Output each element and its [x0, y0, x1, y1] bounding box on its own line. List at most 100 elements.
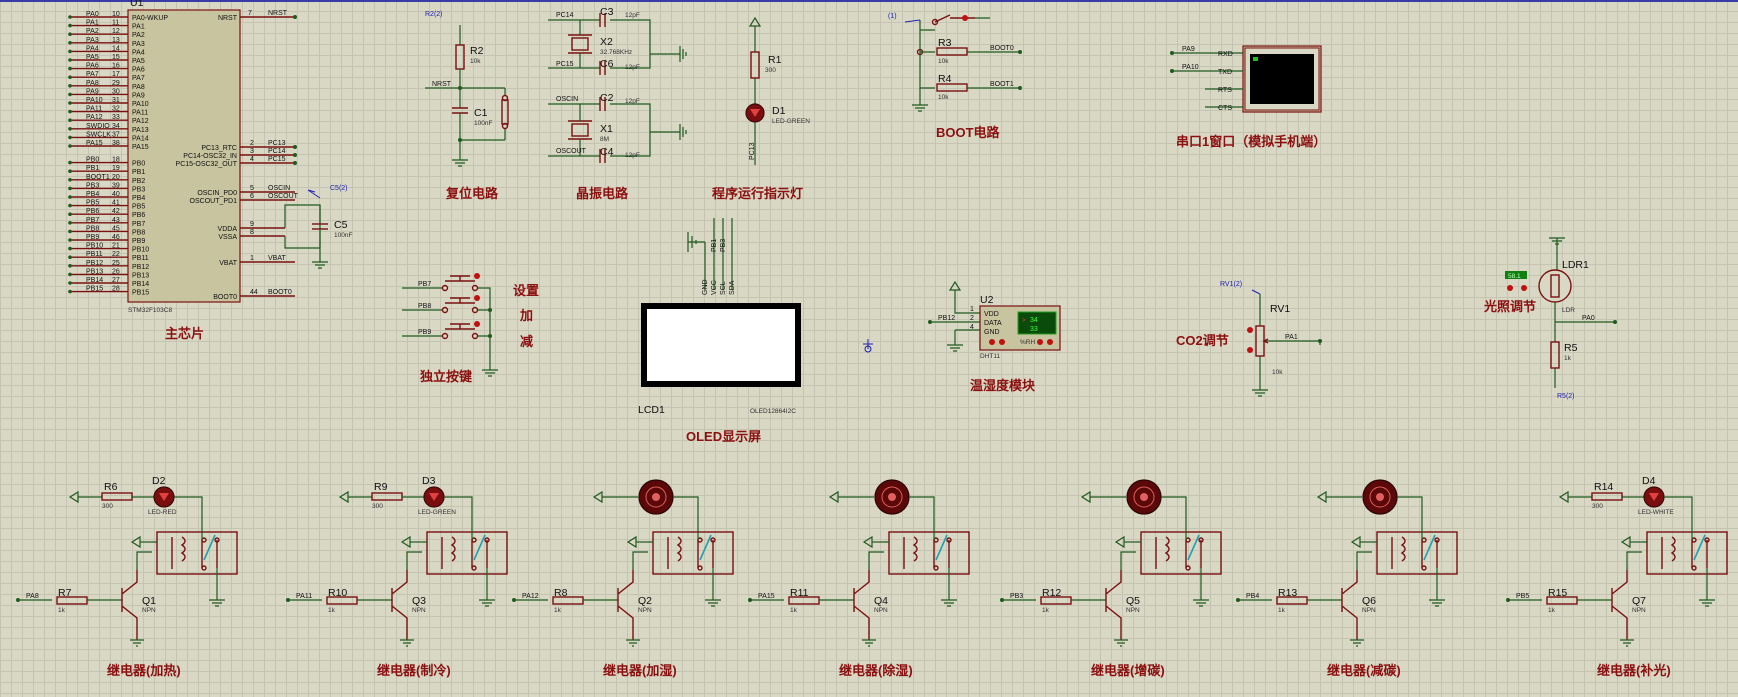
led-indicator-circuit[interactable]: R1 300 D1 LED-GREEN PC13 程序运行指示灯: [712, 16, 810, 201]
mcu-pin-name: PA6: [132, 67, 145, 74]
net-oscin: OSCIN: [268, 185, 290, 192]
relay-row[interactable]: PA8 R71kQ1NPNR6300D2LED-RED继电器(加热)PA11 R10…: [16, 475, 1728, 678]
mcu-pin-net: PA10: [86, 97, 103, 104]
mcu-pin-net: SWCLK: [86, 131, 111, 138]
mcu-pin-name: PA10: [132, 101, 149, 108]
relay-unit[interactable]: PB4 R13 1k Q6NPN 继电器(减碳): [1236, 479, 1458, 678]
led-resistor: [1591, 492, 1623, 501]
relay-input-net: PA12: [522, 593, 539, 600]
npn-transistor: [617, 570, 634, 640]
mcu-pin-net: PA15: [86, 140, 103, 147]
push-button[interactable]: [440, 321, 480, 340]
relay-box: [156, 531, 238, 575]
dht11-module[interactable]: 34 33 > %RH VDD DATA GND 1 2 4 PB12 U2 D…: [928, 280, 1061, 393]
r2-ref: R2: [470, 45, 484, 57]
r1-ref: R1: [768, 54, 782, 66]
relay-box: [652, 531, 734, 575]
base-resistor-val: 1k: [554, 607, 562, 614]
mcu-pin-name: PB3: [132, 186, 145, 193]
transistor-ref: Q6: [1362, 595, 1376, 607]
c4-val: 12pF: [625, 152, 640, 159]
transistor-val: NPN: [142, 607, 156, 614]
mcu-pin-num: 29: [112, 80, 120, 87]
boot-circuit[interactable]: (1) R3 10k R4 10k BOOT0 BOOT1 BOOT电路: [888, 13, 1022, 140]
base-resistor-ref: R10: [328, 587, 347, 599]
reset-circuit[interactable]: R2(2) R2 10k C1 100nF NRST 复位电路: [425, 11, 509, 201]
mcu-pin-net: PA9: [86, 88, 99, 95]
boot-net-1: BOOT0: [990, 45, 1014, 52]
ldr-circuit[interactable]: 58.1 LDR1 LDR R5 1k PA0 R5(2) 光照调节: [1483, 237, 1617, 400]
key-label-add: 加: [519, 308, 533, 323]
mcu-pin-net: PA11: [86, 106, 102, 113]
mcu-pin-net: SWDIO: [86, 123, 110, 130]
relay-unit[interactable]: PA15 R11 1k Q4NPN 继电器(除湿): [748, 479, 970, 678]
mcu-pin-num: 17: [112, 71, 120, 78]
oled-net-1: PB1: [711, 239, 718, 252]
crystal-circuit[interactable]: PC14 PC15 OSCIN OSCOUT C3 12pF C6 12pF X…: [548, 6, 687, 201]
base-resistor-val: 1k: [1042, 607, 1050, 614]
relay-unit[interactable]: PB3 R12 1k Q5NPN 继电器(增碳): [1000, 479, 1222, 678]
mcu-pin-num: 38: [112, 140, 120, 147]
section-light: 光照调节: [1483, 299, 1536, 314]
section-oled: OLED显示屏: [686, 429, 761, 444]
xtal-net-2: PC15: [556, 61, 574, 68]
mcu-pin-name: PB6: [132, 212, 145, 219]
oled-module[interactable]: GND VCC SCL SDA PB1 PB3 LCD1 OLED12864I2…: [638, 218, 873, 444]
transistor-val: NPN: [1632, 607, 1646, 614]
base-resistor-ref: R13: [1278, 587, 1297, 599]
base-resistor-val: 1k: [58, 607, 66, 614]
mcu-pin-num: 42: [112, 208, 120, 215]
base-resistor-ref: R11: [790, 587, 809, 599]
mcu-pin-num: 21: [112, 243, 120, 250]
mcu-pin-name: PB0: [132, 161, 145, 168]
led-ref: D3: [422, 475, 436, 487]
mcu-pin-net: PB9: [86, 234, 99, 241]
mcu-pin-num: 15: [112, 54, 120, 61]
relay-unit[interactable]: PA11 R10 1k Q3NPN R9 300 D3 LED-GREEN 继电器(制冷): [286, 475, 508, 678]
boot-probe: (1): [888, 13, 897, 20]
mcu-pin-num: 34: [112, 123, 120, 130]
keys-circuit[interactable]: PB7 PB8 PB9 设置 加 减 独立按键: [402, 273, 539, 384]
pin-vdda-name: VDDA: [218, 226, 238, 233]
serial-terminal[interactable]: RXD TXD RTS CTS PA9 PA10 串口1窗口（模拟手机端）: [1170, 45, 1326, 149]
key-label-sub: 减: [520, 334, 533, 349]
mcu-pin-net: BOOT1: [86, 174, 110, 181]
base-resistor-ref: R12: [1042, 587, 1061, 599]
dht-ref: U2: [980, 294, 994, 306]
mcu-u1[interactable]: U1 STM32F103C8 PA0 10PA0-WKUPPA1 11PA1PA2 1…: [68, 0, 352, 341]
relay-unit[interactable]: PB5 R15 1k Q7NPN R14 300 D4 LED-WHITE 继电器(补光): [1506, 475, 1728, 678]
mcu-pin-name: PA2: [132, 32, 145, 39]
mcu-pin-net: PB4: [86, 191, 99, 198]
push-button[interactable]: [440, 273, 480, 292]
pin-pc13-num: 2: [250, 140, 254, 147]
key-net-1: PB7: [418, 281, 431, 288]
mcu-pin-num: 33: [112, 114, 120, 121]
mcu-pin-num: 19: [112, 165, 120, 172]
mcu-pin-net: PB7: [86, 217, 99, 224]
relay-label: 继电器(加湿): [603, 663, 677, 678]
mcu-pin-net: PA1: [86, 20, 99, 27]
dht-pin-data: DATA: [984, 320, 1002, 327]
base-resistor-ref: R7: [58, 587, 72, 599]
schematic-drawing[interactable]: U1 STM32F103C8 PA0 10PA0-WKUPPA1 11PA1PA2 1…: [0, 0, 1738, 697]
relay-unit[interactable]: PA8 R7 1k Q1NPN R6 300 D2 LED-RED 继电器(加热): [16, 475, 238, 678]
relay-label: 继电器(减碳): [1327, 663, 1401, 678]
dht-pin-gnd: GND: [984, 329, 1000, 336]
mcu-pin-name: PB5: [132, 204, 145, 211]
push-button[interactable]: [440, 295, 480, 314]
led-val: LED-GREEN: [418, 509, 456, 516]
net-oscout: OSCOUT: [268, 193, 299, 200]
section-co2: CO2调节: [1176, 333, 1229, 348]
r2-val: 10k: [470, 58, 481, 65]
pin-vssa-num: 8: [250, 229, 254, 236]
c6-ref: C6: [600, 58, 614, 70]
reset-net: NRST: [432, 81, 452, 88]
r3-val: 10k: [938, 58, 949, 65]
xtal-net-4: OSCOUT: [556, 148, 587, 155]
x1-ref: X1: [600, 123, 613, 135]
relay-unit[interactable]: PA12 R8 1k Q2NPN 继电器(加湿): [512, 479, 734, 678]
mcu-pin-net: PA5: [86, 54, 99, 61]
mcu-pin-num: 11: [112, 20, 119, 27]
co2-potentiometer[interactable]: RV1(2) RV1 10k PA1 CO2调节: [1176, 281, 1322, 397]
r4-ref: R4: [938, 73, 952, 85]
